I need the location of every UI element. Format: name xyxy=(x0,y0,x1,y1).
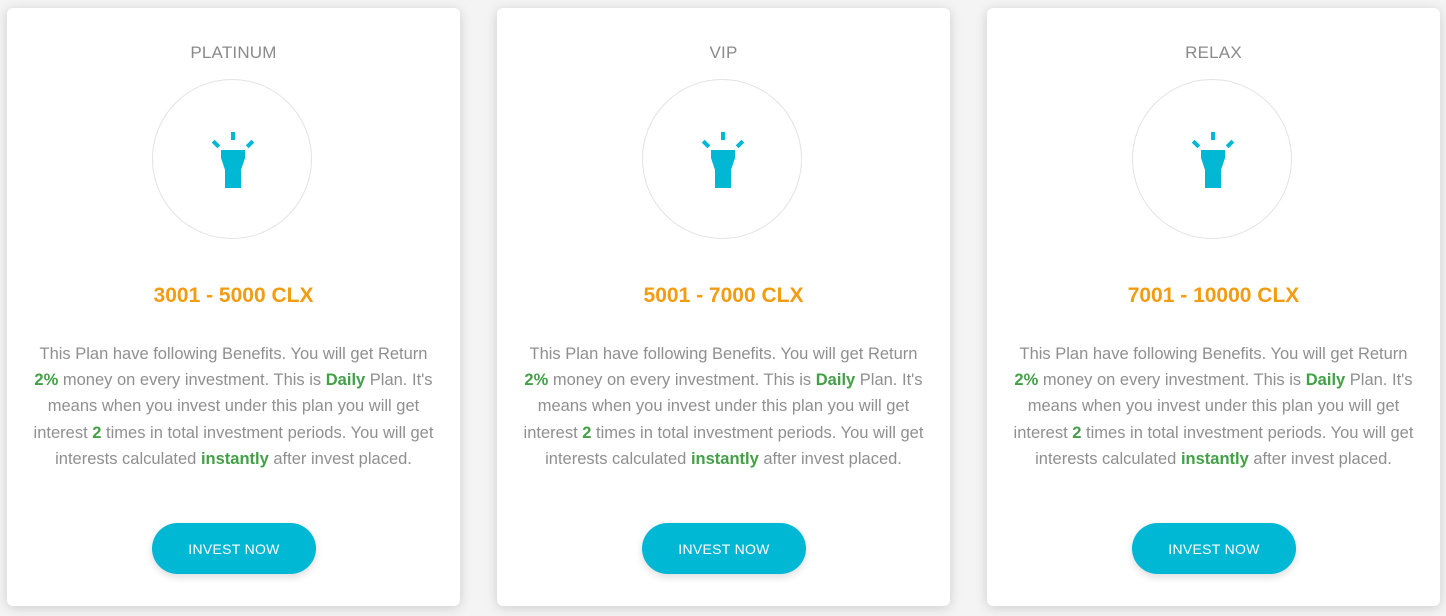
calculation-mode: instantly xyxy=(690,449,759,468)
return-rate: 2% xyxy=(524,371,549,390)
plan-name: PLATINUM xyxy=(190,43,277,62)
plan-name: VIP xyxy=(709,43,738,62)
lamp-icon xyxy=(211,132,255,188)
lamp-icon xyxy=(1191,132,1235,188)
calculation-mode: instantly xyxy=(1180,449,1249,468)
calculation-mode: instantly xyxy=(200,449,269,468)
return-rate: 2% xyxy=(1014,371,1039,390)
invest-now-button[interactable]: INVEST NOW xyxy=(642,523,806,574)
invest-now-button[interactable]: INVEST NOW xyxy=(152,523,316,574)
plan-icon-circle xyxy=(1132,79,1292,239)
plan-card-platinum: PLATINUM 3001 - 5000 CLX This Plan have … xyxy=(7,8,460,606)
plan-icon-circle xyxy=(642,79,802,239)
plan-card-relax: RELAX 7001 - 10000 CLX This Plan have fo… xyxy=(987,8,1440,606)
plan-range: 7001 - 10000 CLX xyxy=(1127,284,1300,307)
lamp-icon xyxy=(701,132,745,188)
pricing-plans: PLATINUM 3001 - 5000 CLX This Plan have … xyxy=(0,0,1446,616)
plan-range: 5001 - 7000 CLX xyxy=(643,284,804,307)
plan-icon-circle xyxy=(152,79,312,239)
invest-now-button[interactable]: INVEST NOW xyxy=(1132,523,1296,574)
plan-description: This Plan have following Benefits. You w… xyxy=(523,345,924,468)
plan-card-vip: VIP 5001 - 7000 CLX This Plan have follo… xyxy=(497,8,950,606)
plan-description: This Plan have following Benefits. You w… xyxy=(33,345,434,468)
return-rate: 2% xyxy=(34,371,59,390)
plan-frequency: Daily xyxy=(815,371,856,390)
plan-range: 3001 - 5000 CLX xyxy=(153,284,314,307)
plan-description: This Plan have following Benefits. You w… xyxy=(1013,345,1414,468)
plan-frequency: Daily xyxy=(325,371,366,390)
plan-frequency: Daily xyxy=(1305,371,1346,390)
plan-name: RELAX xyxy=(1185,43,1242,62)
